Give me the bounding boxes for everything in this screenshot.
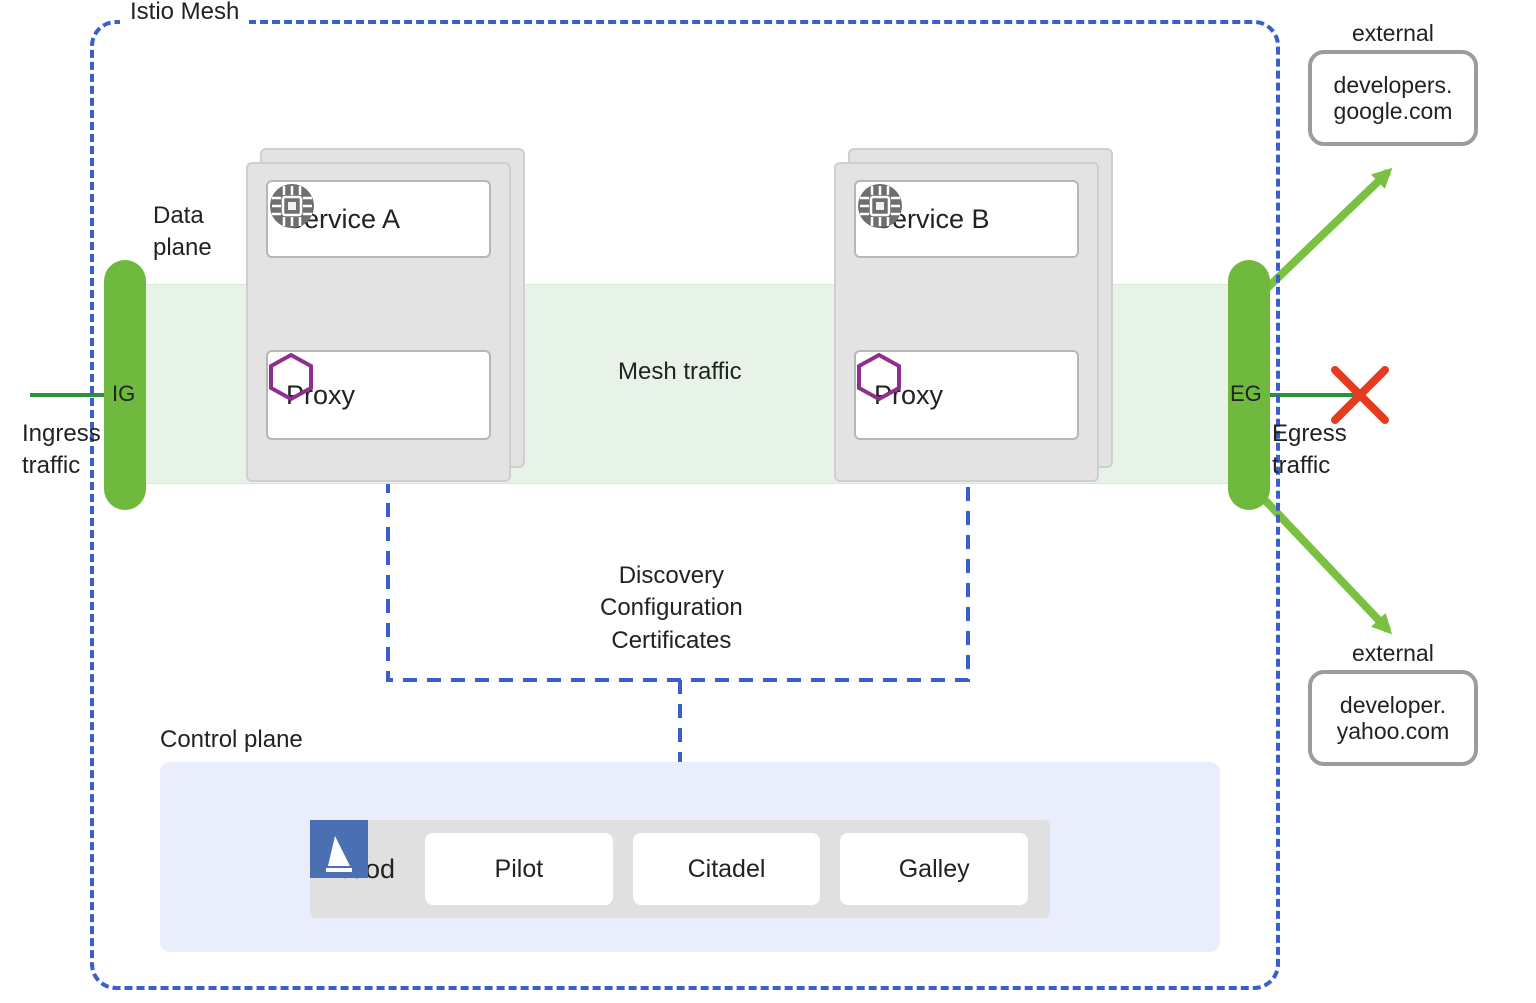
galley-pill: Galley: [840, 833, 1028, 905]
external-endpoint-1: developers. google.com: [1308, 50, 1478, 146]
pilot-pill: Pilot: [425, 833, 613, 905]
control-funcs: Discovery Configuration Certificates: [600, 560, 743, 657]
external-label-2: external: [1352, 640, 1434, 667]
func-discovery: Discovery: [619, 560, 724, 592]
ingress-gateway-label: IG: [112, 381, 135, 407]
ingress-traffic-label: Ingress traffic: [22, 418, 101, 483]
istiod-box: istiod Pilot Citadel Galley: [310, 820, 1050, 918]
external-endpoint-2: developer. yahoo.com: [1308, 670, 1478, 766]
egress-traffic-label: Egress traffic: [1272, 418, 1347, 483]
external-label-1: external: [1352, 20, 1434, 47]
external-endpoint-2-text: developer. yahoo.com: [1316, 692, 1470, 745]
hexagon-icon: [856, 352, 902, 402]
data-plane-label: Data plane: [153, 200, 212, 265]
control-plane-label: Control plane: [160, 726, 303, 754]
service-b-box: Service B: [854, 180, 1079, 258]
chip-icon: [268, 182, 316, 230]
mesh-traffic-label: Mesh traffic: [618, 358, 742, 386]
proxy-b-box: Proxy: [854, 350, 1079, 440]
func-certificates: Certificates: [611, 625, 731, 657]
external-endpoint-1-text: developers. google.com: [1316, 72, 1470, 125]
citadel-pill: Citadel: [633, 833, 821, 905]
chip-icon: [856, 182, 904, 230]
service-a-box: Service A: [266, 180, 491, 258]
proxy-a-box: Proxy: [266, 350, 491, 440]
func-configuration: Configuration: [600, 592, 743, 624]
hexagon-icon: [268, 352, 314, 402]
egress-gateway-label: EG: [1230, 381, 1262, 407]
istio-logo-icon: [310, 820, 368, 878]
mesh-title: Istio Mesh: [120, 0, 249, 26]
